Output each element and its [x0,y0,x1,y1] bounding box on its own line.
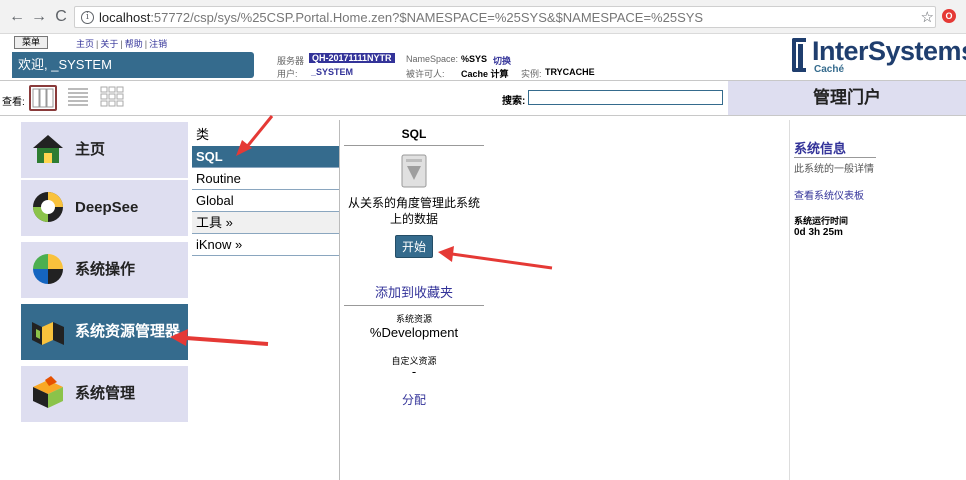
nav-label-system-explorer: 系统资源管理器 [75,323,181,340]
dashboard-link[interactable]: 查看系统仪表板 [794,187,966,202]
category-header: 类 [192,124,339,146]
info-icon[interactable]: i [81,10,94,24]
category-item-tools[interactable]: 工具 » [192,212,339,234]
top-links: 主页 | 关于 | 帮助 | 注销 [76,39,168,49]
sql-document-icon [401,154,427,188]
nav-label-deepsee: DeepSee [75,199,139,216]
view-label: 查看: [2,97,25,108]
grid-view-icon [100,86,124,107]
instance-label: 实例: [521,69,542,79]
nav-item-system-explorer[interactable]: 系统资源管理器 [21,304,188,360]
system-info-subtitle: 此系统的一般详情 [794,164,874,175]
uptime-value: 0d 3h 25m [794,227,843,238]
deepsee-icon [33,192,63,222]
app-header: 菜单 主页 | 关于 | 帮助 | 注销 欢迎, _SYSTEM 服务器 QH-201711… [0,34,966,80]
column-divider [339,120,340,480]
extension-icon[interactable]: O [942,9,956,23]
licensee-label: 被许可人: [406,69,445,79]
home-link[interactable]: 主页 [76,39,94,49]
resource-value: %Development [369,325,459,340]
logo-subtext: Caché [814,64,845,75]
namespace-value: %SYS [461,54,488,64]
nav-item-system-operation[interactable]: 系统操作 [21,242,188,298]
instance-value: TRYCACHE [545,67,595,77]
nav-label-system-admin: 系统管理 [75,385,136,402]
url-host: localhost [99,9,151,25]
resource-caption: 系统资源 [395,314,432,324]
back-icon[interactable]: ← [6,6,28,28]
user-value: _SYSTEM [311,67,354,77]
start-button[interactable]: 开始 [394,235,433,258]
reload-icon[interactable]: C [50,6,72,28]
view-toolbar: 查看: 搜索: 管理门户 [0,80,966,116]
nav-label-home: 主页 [75,141,106,158]
category-item-global[interactable]: Global [192,190,339,212]
welcome-banner: 欢迎, _SYSTEM [12,52,254,78]
system-info-panel: 系统信息 此系统的一般详情 查看系统仪表板 系统运行时间 0d 3h 25m [790,124,966,238]
search-label: 搜索: [502,96,526,107]
bookmark-star-icon[interactable]: ☆ [921,8,934,26]
user-label: 用户: [277,69,298,79]
view-grid-button[interactable] [99,85,127,111]
browser-toolbar: ← → C i localhost:57772/csp/sys/%25CSP.P… [0,0,966,34]
system-explorer-icon [32,322,64,345]
search-input[interactable] [528,90,723,105]
logo-text: InterSystems [812,36,966,66]
help-link[interactable]: 帮助 [125,39,143,49]
nav-item-home[interactable]: 主页 [21,122,188,178]
category-item-routine[interactable]: Routine [192,168,339,190]
add-favorite-link[interactable]: 添加到收藏夹 [344,282,484,306]
forward-icon[interactable]: → [28,6,50,28]
columns-view-icon [32,88,54,108]
url-path: :57772/csp/sys/%25CSP.Portal.Home.zen?$N… [150,9,704,25]
view-list-button[interactable] [65,85,93,111]
custom-resource-value: - [411,364,417,379]
uptime-label: 系统运行时间 [794,216,849,226]
system-admin-icon [33,376,63,408]
menu-button[interactable]: 菜单 [14,36,48,49]
category-item-iknow[interactable]: iKnow » [192,234,339,256]
about-link[interactable]: 关于 [100,39,118,49]
nav-label-system-operation: 系统操作 [75,261,136,278]
server-name-badge: QH-20171111NYTR [309,53,395,63]
logo-mark-icon [792,38,806,72]
category-item-sql[interactable]: SQL [192,146,339,168]
portal-title: 管理门户 [728,81,966,115]
detail-description: 从关系的角度管理此系统上的数据 [347,196,480,226]
home-icon [33,135,63,163]
system-info-title[interactable]: 系统信息 [794,138,876,158]
namespace-label: NameSpace: [406,54,459,64]
list-view-icon [68,88,88,106]
nav-item-deepsee[interactable]: DeepSee [21,180,188,236]
detail-title: SQL [344,124,484,146]
detail-panel: SQL 从关系的角度管理此系统上的数据 开始 添加到收藏夹 系统资源 %Deve… [344,124,484,408]
switch-namespace-link[interactable]: 切换 [493,54,511,67]
server-label: 服务器 [277,56,305,66]
assign-link[interactable]: 分配 [344,391,484,408]
view-columns-button[interactable] [29,85,57,111]
address-bar[interactable]: i localhost:57772/csp/sys/%25CSP.Portal.… [74,6,936,28]
licensee-value: Cache 计算 [461,69,509,79]
system-operation-icon [33,254,63,284]
category-list: 类 SQL Routine Global 工具 » iKnow » [192,124,339,256]
logout-link[interactable]: 注销 [149,39,167,49]
nav-item-system-admin[interactable]: 系统管理 [21,366,188,422]
